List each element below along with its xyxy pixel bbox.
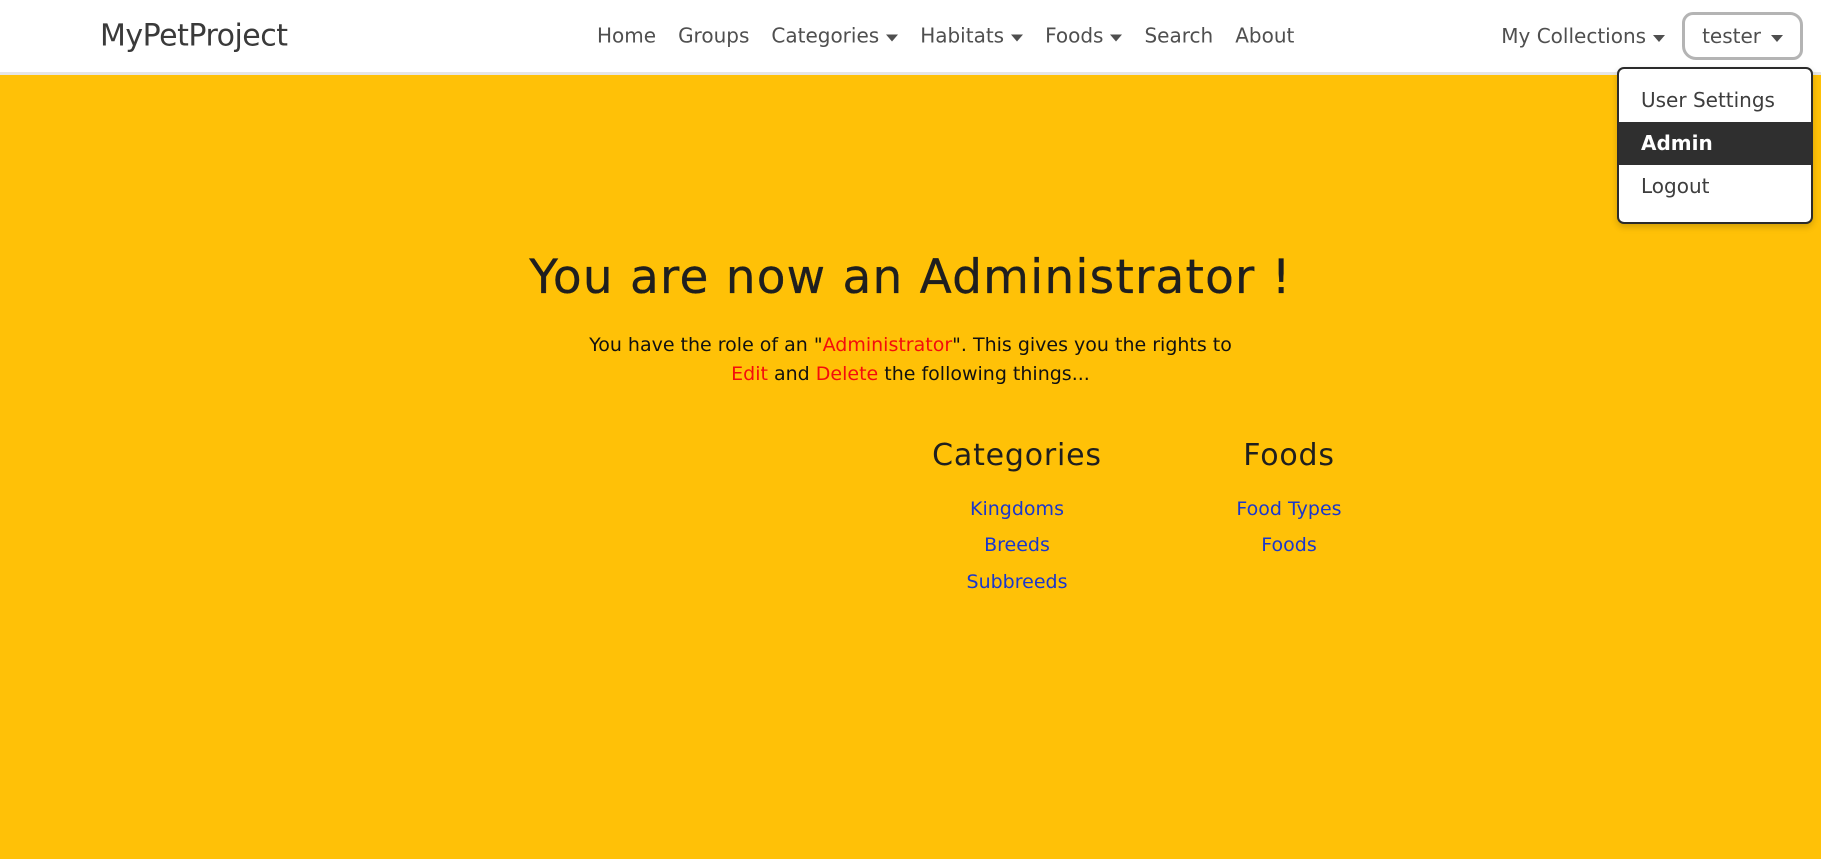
secondary-nav: My Collections tester: [1490, 12, 1803, 60]
lead-text-and: and: [767, 363, 816, 386]
user-menu-toggle[interactable]: tester: [1682, 12, 1803, 60]
dropdown-item-logout[interactable]: Logout: [1619, 165, 1811, 208]
edit-highlight: Edit: [731, 363, 768, 386]
lead-text-part2: ". This gives you the rights to: [952, 334, 1232, 356]
nav-item-habitats[interactable]: Habitats: [909, 18, 1034, 55]
dropdown-item-admin[interactable]: Admin: [1619, 122, 1811, 165]
nav-item-my-collections[interactable]: My Collections: [1490, 18, 1676, 55]
section-foods: Foods Food Types Foods: [1153, 438, 1425, 605]
link-foods[interactable]: Foods: [1153, 531, 1425, 560]
link-kingdoms[interactable]: Kingdoms: [881, 495, 1153, 524]
page-body: You are now an Administrator ! You have …: [0, 250, 1821, 859]
link-breeds[interactable]: Breeds: [881, 531, 1153, 560]
nav-item-foods[interactable]: Foods: [1034, 18, 1133, 55]
page-title: You are now an Administrator !: [529, 250, 1292, 305]
nav-item-label: Home: [597, 23, 657, 48]
section-title: Categories: [932, 437, 1102, 473]
role-description: You have the role of an "Administrator".…: [571, 331, 1251, 390]
lead-text-part1: You have the role of an ": [589, 334, 823, 356]
nav-item-label: My Collections: [1501, 23, 1647, 48]
brand-logo[interactable]: MyPetProject: [100, 19, 288, 54]
nav-item-home[interactable]: Home: [586, 18, 667, 55]
chevron-down-icon: [1653, 34, 1666, 42]
nav-item-search[interactable]: Search: [1133, 18, 1224, 55]
nav-item-categories[interactable]: Categories: [760, 18, 909, 55]
top-navbar: MyPetProject Home Groups Categories Habi…: [0, 0, 1821, 224]
nav-item-about[interactable]: About: [1224, 18, 1305, 55]
dropdown-item-user-settings[interactable]: User Settings: [1619, 79, 1811, 122]
user-menu-label: tester: [1702, 24, 1761, 48]
link-subbreeds[interactable]: Subbreeds: [881, 568, 1153, 597]
nav-item-label: Habitats: [920, 23, 1005, 48]
primary-nav: Home Groups Categories Habitats Foods Se…: [586, 18, 1305, 55]
chevron-down-icon: [886, 34, 899, 42]
nav-item-label: About: [1235, 23, 1295, 48]
nav-item-label: Categories: [771, 23, 880, 48]
nav-item-label: Groups: [678, 23, 750, 48]
delete-highlight: Delete: [815, 363, 879, 386]
nav-item-label: Foods: [1045, 23, 1104, 48]
chevron-down-icon: [1110, 34, 1123, 42]
admin-sections: Categories Kingdoms Breeds Subbreeds Foo…: [0, 438, 1821, 605]
link-food-types[interactable]: Food Types: [1153, 495, 1425, 524]
section-title: Foods: [1243, 437, 1335, 473]
nav-item-groups[interactable]: Groups: [667, 18, 760, 55]
user-dropdown-menu: User Settings Admin Logout: [1617, 67, 1813, 224]
chevron-down-icon: [1771, 34, 1783, 42]
lead-text-part3: the following things...: [878, 363, 1090, 386]
nav-item-label: Search: [1144, 23, 1214, 48]
section-categories: Categories Kingdoms Breeds Subbreeds: [881, 438, 1153, 605]
chevron-down-icon: [1011, 34, 1024, 42]
role-name-highlight: Administrator: [822, 334, 953, 356]
